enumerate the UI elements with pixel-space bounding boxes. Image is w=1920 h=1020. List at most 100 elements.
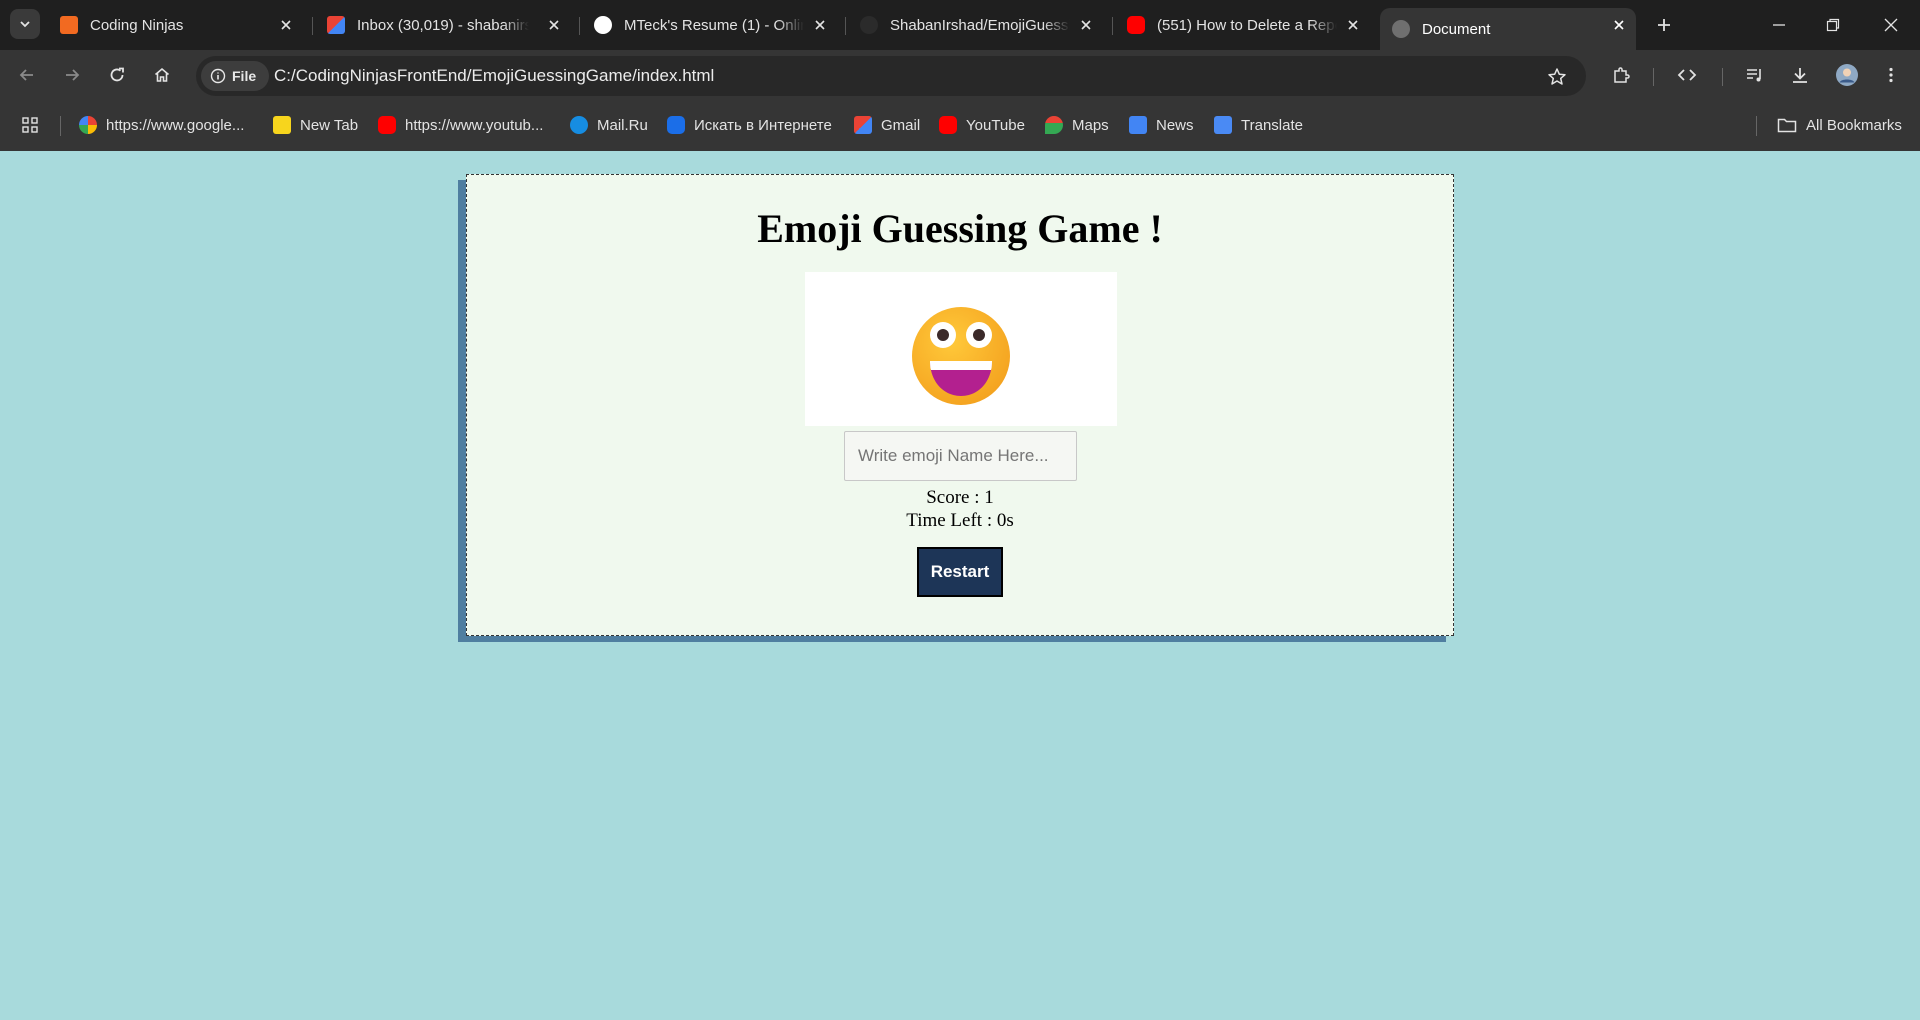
bookmark-search[interactable]: Искать в Интернете (667, 113, 832, 137)
toolbar-divider (1653, 68, 1654, 86)
apps-button[interactable] (21, 113, 39, 137)
tab-divider (845, 17, 846, 35)
grinning-face-with-big-eyes-icon (912, 307, 1010, 405)
star-icon (1548, 68, 1566, 85)
new-tab-button[interactable] (1651, 12, 1677, 38)
score-text: Score : 1 (926, 487, 994, 508)
search-icon (667, 116, 685, 134)
address-bar[interactable]: File C:/CodingNinjasFrontEnd/EmojiGuessi… (196, 56, 1586, 96)
bookmark-star-button[interactable] (1544, 64, 1570, 90)
home-icon (154, 67, 170, 82)
folder-icon (1777, 118, 1797, 133)
news-icon (1129, 116, 1147, 134)
tab-coding-ninjas[interactable]: Coding Ninjas (48, 8, 303, 42)
resume-favicon (594, 16, 612, 34)
close-icon[interactable] (1077, 16, 1095, 34)
bookmark-youtube-url[interactable]: https://www.youtub... (378, 113, 543, 137)
chevron-down-icon (20, 21, 30, 28)
minimize-icon (1773, 24, 1785, 26)
forward-arrow-icon (66, 69, 80, 81)
forward-button[interactable] (58, 61, 86, 89)
gmail-favicon (327, 16, 345, 34)
bookmark-new-tab[interactable]: New Tab (273, 113, 358, 137)
emoji-name-input[interactable] (844, 431, 1077, 481)
bookmark-label: YouTube (966, 116, 1025, 134)
menu-button[interactable] (1877, 61, 1905, 89)
tab-youtube[interactable]: (551) How to Delete a Repository (1115, 8, 1370, 42)
google-icon (79, 116, 97, 134)
bookmark-gmail[interactable]: Gmail (854, 113, 920, 137)
tab-resume[interactable]: MTeck's Resume (1) - Online (582, 8, 837, 42)
bookmark-maps[interactable]: Maps (1045, 113, 1109, 137)
bookmark-label: Искать в Интернете (694, 116, 832, 134)
new-tab-icon (273, 116, 291, 134)
tab-label: Inbox (30,019) - shabanirshad (357, 16, 529, 34)
code-icon (1677, 69, 1697, 81)
playlist-icon (1747, 69, 1761, 82)
close-icon[interactable] (1610, 16, 1628, 34)
close-icon[interactable] (545, 16, 563, 34)
extensions-button[interactable] (1607, 61, 1635, 89)
back-arrow-icon (19, 69, 33, 81)
site-chip-label: File (232, 68, 257, 84)
back-button[interactable] (13, 61, 41, 89)
reload-icon (110, 67, 124, 82)
game-title: Emoji Guessing Game ! (757, 206, 1163, 251)
profile-button[interactable] (1833, 61, 1861, 89)
game-container: Emoji Guessing Game ! Score : 1 (466, 174, 1454, 636)
bookmark-mailru[interactable]: Mail.Ru (570, 113, 648, 137)
tab-divider (579, 17, 580, 35)
bookmark-news[interactable]: News (1129, 113, 1194, 137)
tab-divider (1112, 17, 1113, 35)
browser-chrome: Coding Ninjas Inbox (30,019) - shabanirs… (0, 0, 1920, 151)
gmail-icon (854, 116, 872, 134)
coding-ninjas-favicon (60, 16, 78, 34)
bookmark-youtube[interactable]: YouTube (939, 113, 1025, 137)
tab-search-button[interactable] (10, 9, 40, 39)
bookmarks-divider (1756, 116, 1757, 136)
tab-divider (312, 17, 313, 35)
bookmark-label: News (1156, 116, 1194, 134)
info-icon (210, 68, 226, 84)
home-button[interactable] (148, 61, 176, 89)
bookmarks-divider (60, 116, 61, 136)
close-icon[interactable] (277, 16, 295, 34)
apps-grid-icon (22, 117, 38, 133)
navigation-toolbar: File C:/CodingNinjasFrontEnd/EmojiGuessi… (0, 50, 1920, 100)
all-bookmarks-button[interactable]: All Bookmarks (1777, 113, 1902, 137)
bookmark-label: New Tab (300, 116, 359, 134)
kebab-menu-icon (1889, 67, 1893, 83)
page-viewport: Emoji Guessing Game ! Score : 1 (0, 151, 1920, 1020)
minimize-button[interactable] (1764, 10, 1794, 40)
tab-github[interactable]: ShabanIrshad/EmojiGuessingGame (848, 8, 1103, 42)
close-icon[interactable] (1344, 16, 1362, 34)
tab-label: ShabanIrshad/EmojiGuessingGame (890, 16, 1070, 34)
bookmark-label: Mail.Ru (597, 116, 648, 134)
plus-icon (1658, 19, 1670, 31)
maps-icon (1045, 116, 1063, 134)
bookmark-label: Translate (1241, 116, 1303, 134)
close-icon[interactable] (811, 16, 829, 34)
close-icon (1884, 18, 1898, 32)
bookmark-label: https://www.youtub... (405, 116, 544, 134)
tab-inbox[interactable]: Inbox (30,019) - shabanirshad (315, 8, 571, 42)
reload-button[interactable] (103, 61, 131, 89)
downloads-button[interactable] (1786, 61, 1814, 89)
tab-strip: Coding Ninjas Inbox (30,019) - shabanirs… (0, 0, 1920, 50)
tab-label: (551) How to Delete a Repository (1157, 16, 1337, 34)
youtube-favicon (1127, 16, 1145, 34)
url-text[interactable]: C:/CodingNinjasFrontEnd/EmojiGuessingGam… (274, 66, 714, 86)
globe-favicon (1392, 20, 1410, 38)
bookmark-label: Gmail (881, 116, 921, 134)
bookmark-translate[interactable]: Translate (1214, 113, 1303, 137)
toolbar-divider (1722, 68, 1723, 86)
bookmark-label: https://www.google... (106, 116, 245, 134)
close-window-button[interactable] (1876, 10, 1906, 40)
restore-button[interactable] (1818, 10, 1848, 40)
bookmark-google[interactable]: https://www.google... (79, 113, 244, 137)
site-info-chip[interactable]: File (201, 61, 269, 91)
media-controls-button[interactable] (1741, 61, 1769, 89)
restart-button[interactable]: Restart (917, 547, 1003, 597)
tab-document[interactable]: Document (1380, 8, 1636, 50)
devtools-button[interactable] (1673, 61, 1701, 89)
